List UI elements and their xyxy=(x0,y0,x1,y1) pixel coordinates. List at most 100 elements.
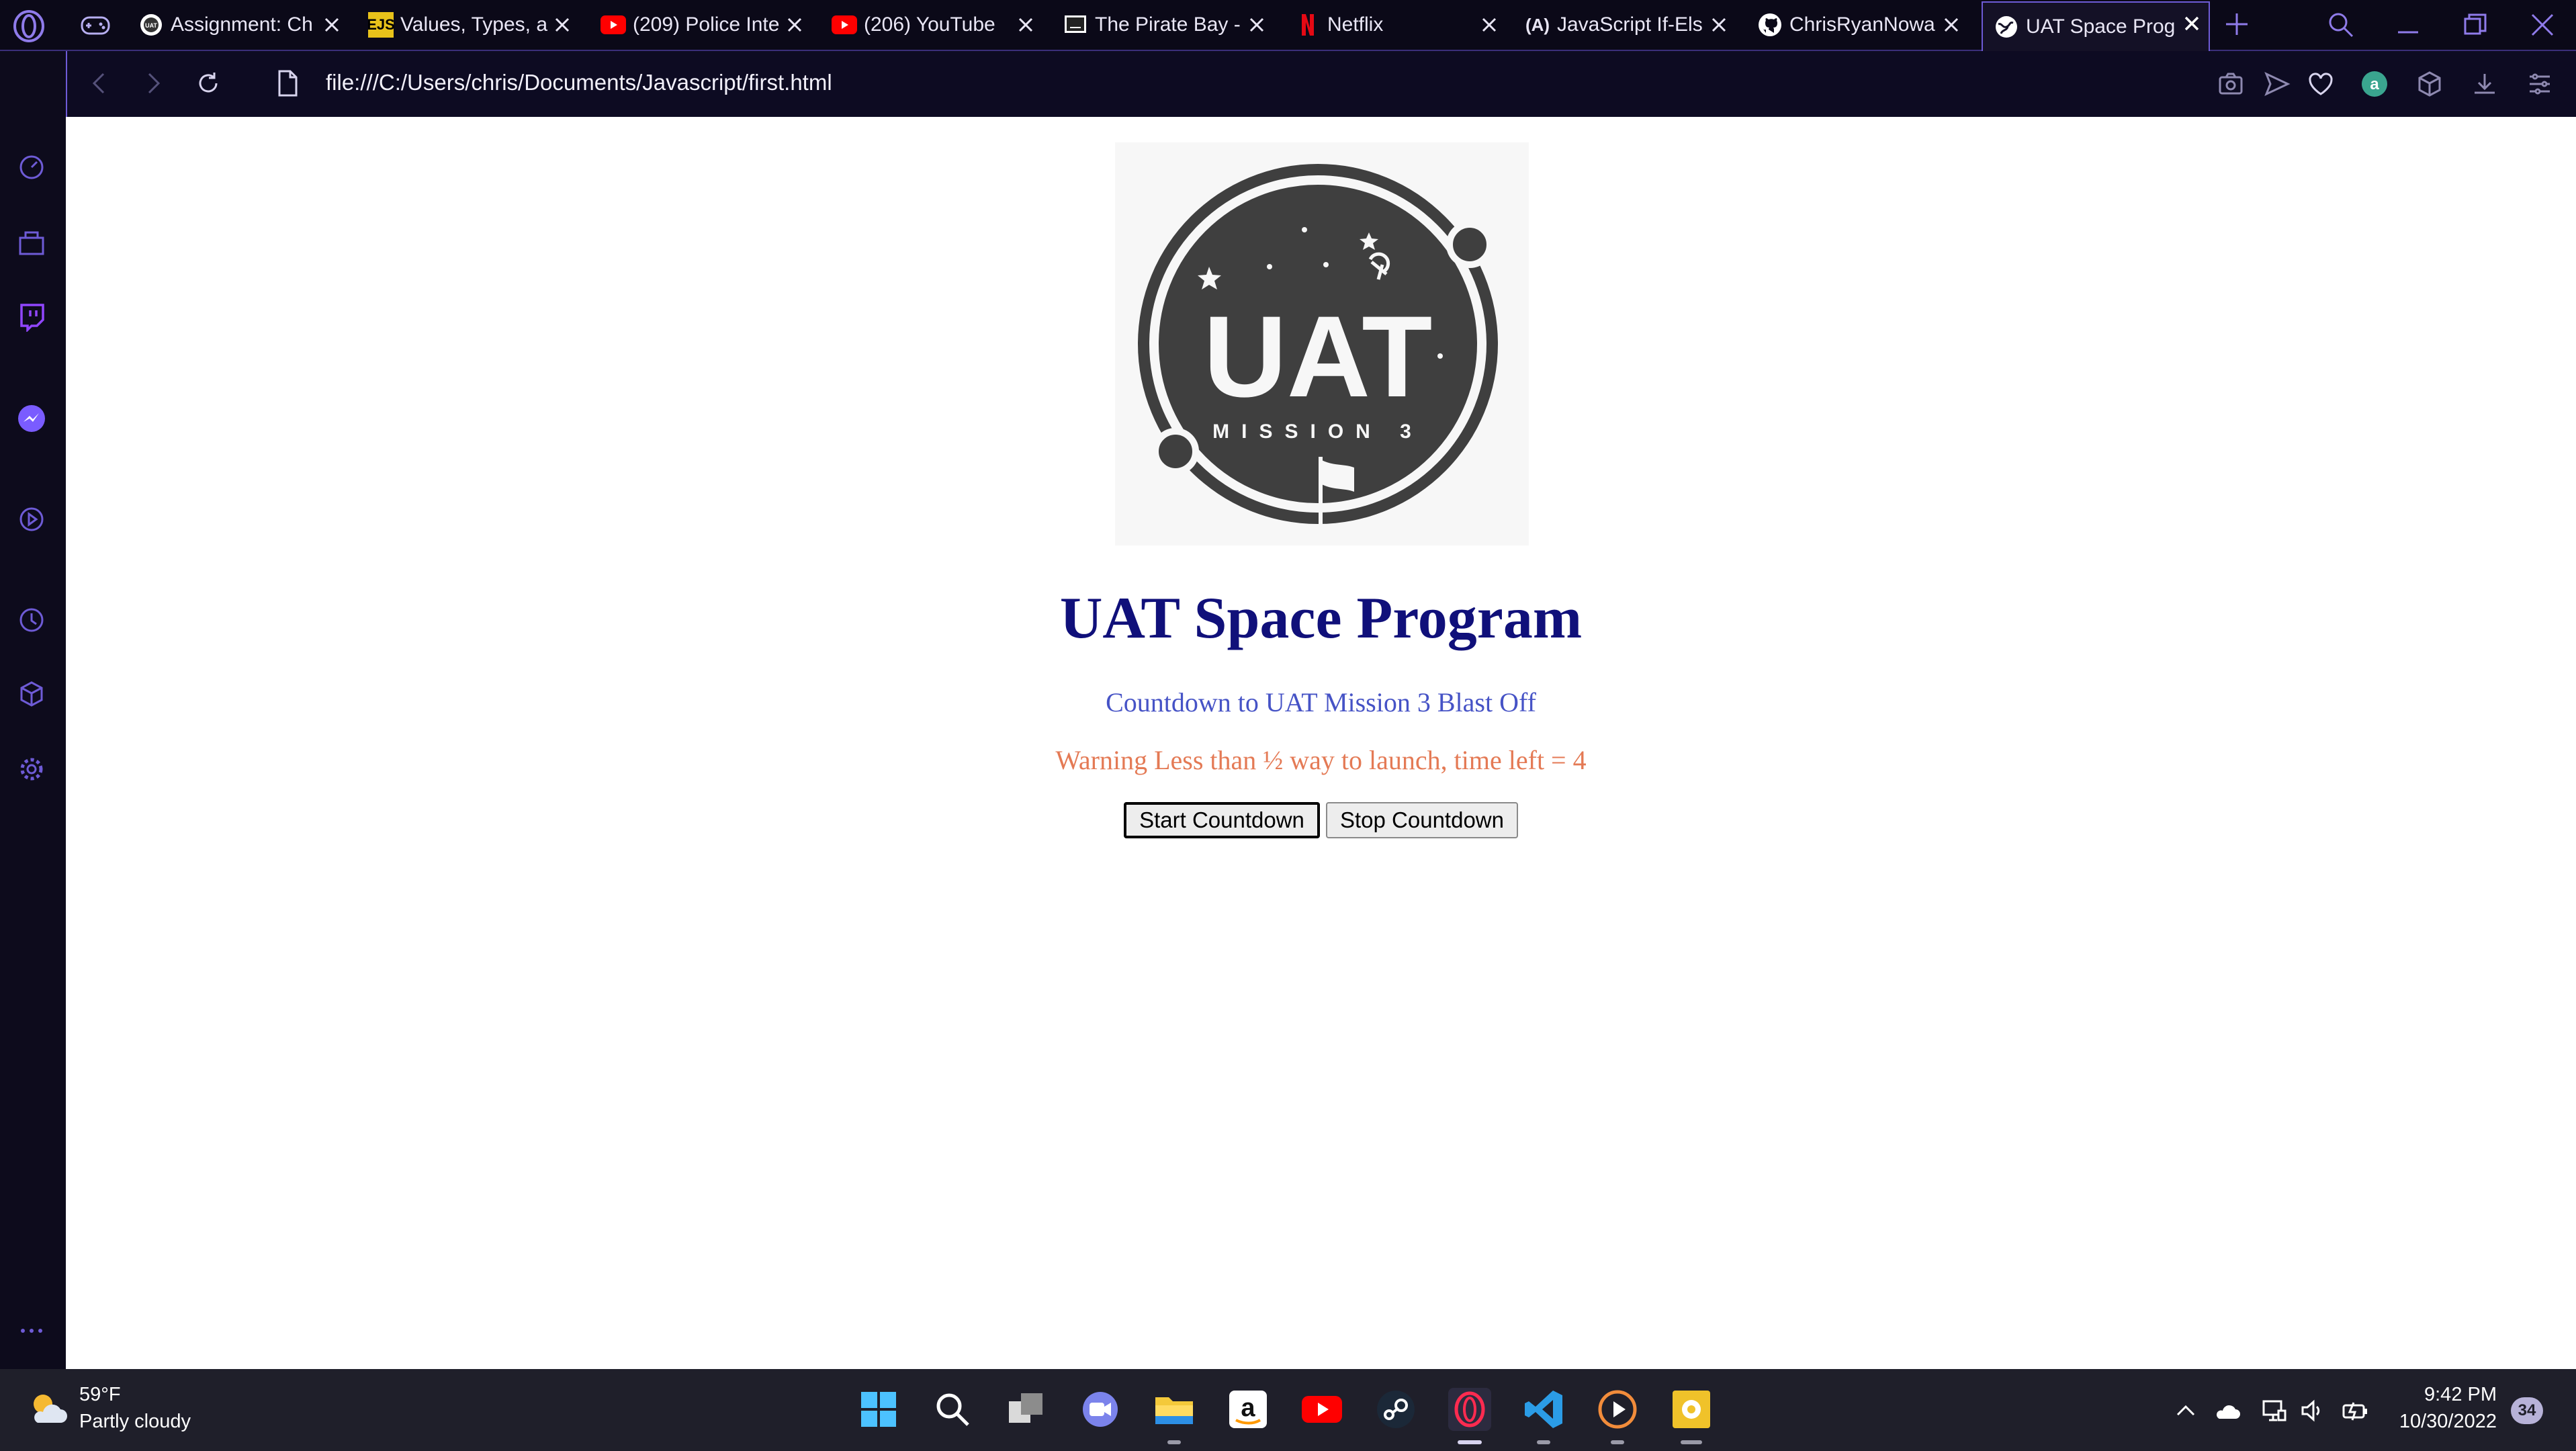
start-countdown-button[interactable]: Start Countdown xyxy=(1124,802,1320,838)
file-explorer-icon[interactable] xyxy=(1153,1388,1196,1431)
send-icon[interactable] xyxy=(2262,70,2291,98)
close-tab-icon[interactable] xyxy=(1478,13,1501,36)
tab-title: Values, Types, a xyxy=(400,13,548,36)
extensions-icon[interactable] xyxy=(16,678,47,709)
svg-text:UAT: UAT xyxy=(145,22,157,29)
tab-netflix[interactable]: Netflix xyxy=(1295,4,1501,46)
search-tabs-icon[interactable] xyxy=(2325,9,2356,40)
tab-assignment[interactable]: UAT Assignment: Ch xyxy=(138,4,343,46)
tab-values-types[interactable]: EJS Values, Types, a xyxy=(368,4,574,46)
close-tab-icon[interactable] xyxy=(320,13,343,36)
close-tab-icon[interactable] xyxy=(1245,13,1268,36)
close-window-icon[interactable] xyxy=(2527,9,2558,40)
youtube-icon[interactable] xyxy=(1300,1388,1343,1431)
tab-title: Assignment: Ch xyxy=(171,13,313,36)
tab-title: ChrisRyanNowa xyxy=(1789,13,1935,36)
sidebar xyxy=(0,51,66,1369)
countdown-subtitle: Countdown to UAT Mission 3 Blast Off xyxy=(1106,687,1536,717)
url-field[interactable]: file:///C:/Users/chris/Documents/Javascr… xyxy=(326,70,832,95)
countdown-warning: Warning Less than ½ way to launch, time … xyxy=(1055,745,1587,775)
more-options-icon[interactable] xyxy=(16,1315,47,1346)
chevron-up-icon[interactable] xyxy=(2172,1397,2199,1424)
minimize-icon[interactable] xyxy=(2393,9,2424,40)
workspaces-icon[interactable] xyxy=(16,227,47,258)
back-icon[interactable] xyxy=(85,69,114,98)
clock-time[interactable]: 9:42 PM xyxy=(2424,1384,2497,1406)
tab-uat-space-program[interactable]: UAT Space Prog xyxy=(1982,1,2210,51)
amazon-assistant-icon[interactable]: a xyxy=(2360,70,2389,98)
tab-title: (209) Police Inte xyxy=(633,13,780,36)
speed-dial-icon[interactable] xyxy=(16,152,47,183)
forward-icon[interactable] xyxy=(138,69,168,98)
tab-police-interview[interactable]: (209) Police Inte xyxy=(601,4,806,46)
svg-text:a: a xyxy=(2370,75,2379,93)
close-tab-icon[interactable] xyxy=(1707,13,1730,36)
vscode-icon[interactable] xyxy=(1522,1388,1565,1431)
heart-icon[interactable] xyxy=(2307,70,2335,98)
tab-github[interactable]: ChrisRyanNowa xyxy=(1757,4,1963,46)
running-indicator xyxy=(1537,1440,1550,1444)
onedrive-cloud-icon[interactable] xyxy=(2214,1397,2241,1424)
yellow-app-icon[interactable] xyxy=(1670,1388,1713,1431)
clock-date[interactable]: 10/30/2022 xyxy=(2399,1411,2497,1433)
reload-icon[interactable] xyxy=(193,69,223,98)
logo-sub-text: MISSION 3 xyxy=(1212,421,1423,443)
amazon-icon[interactable]: a xyxy=(1227,1388,1270,1431)
steam-icon[interactable] xyxy=(1374,1388,1417,1431)
github-favicon-icon xyxy=(1757,12,1783,38)
svg-text:a: a xyxy=(1241,1394,1255,1422)
tab-title: (206) YouTube xyxy=(864,13,995,36)
running-indicator xyxy=(1681,1440,1702,1444)
snapshot-icon[interactable] xyxy=(2217,70,2245,98)
tab-javascript-if-else[interactable]: (A) JavaScript If-Els xyxy=(1525,4,1730,46)
tab-strip: UAT Assignment: Ch EJS Values, Types, a … xyxy=(0,0,2576,51)
close-tab-icon[interactable] xyxy=(783,13,806,36)
task-view-icon[interactable] xyxy=(1005,1388,1048,1431)
player-icon[interactable] xyxy=(16,504,47,535)
active-indicator xyxy=(1458,1440,1482,1444)
tab-pirate-bay[interactable]: The Pirate Bay - xyxy=(1063,4,1268,46)
twitch-icon[interactable] xyxy=(16,301,47,332)
volume-icon[interactable] xyxy=(2299,1397,2325,1424)
search-icon[interactable] xyxy=(931,1388,974,1431)
weather-desc[interactable]: Partly cloudy xyxy=(79,1411,191,1433)
download-icon[interactable] xyxy=(2471,70,2499,98)
ejs-favicon-icon: EJS xyxy=(368,12,395,38)
tab-title: The Pirate Bay - xyxy=(1095,13,1241,36)
tab-title: Netflix xyxy=(1327,13,1384,36)
partly-cloudy-icon[interactable] xyxy=(26,1388,70,1431)
stop-countdown-button[interactable]: Stop Countdown xyxy=(1326,802,1518,838)
running-indicator xyxy=(1611,1440,1624,1444)
media-player-icon[interactable] xyxy=(1596,1388,1639,1431)
gamepad-icon[interactable] xyxy=(79,13,112,38)
close-tab-icon[interactable] xyxy=(1014,13,1037,36)
opera-menu-icon[interactable] xyxy=(12,9,46,43)
weather-temp[interactable]: 59°F xyxy=(79,1384,121,1406)
file-page-icon[interactable] xyxy=(274,69,301,98)
extensions-cube-icon[interactable] xyxy=(2415,70,2444,98)
messenger-icon[interactable] xyxy=(16,403,47,434)
netflix-favicon-icon xyxy=(1295,12,1321,38)
restore-icon[interactable] xyxy=(2460,9,2491,40)
network-icon[interactable] xyxy=(2261,1397,2288,1424)
easy-setup-icon[interactable] xyxy=(2526,70,2554,98)
notification-badge[interactable]: 34 xyxy=(2511,1397,2543,1424)
settings-gear-icon[interactable] xyxy=(16,754,47,785)
windows-start-icon[interactable] xyxy=(857,1388,900,1431)
uat-favicon-icon: UAT xyxy=(138,12,164,38)
close-tab-icon[interactable] xyxy=(551,13,574,36)
tab-title: JavaScript If-Els xyxy=(1557,13,1703,36)
windows-taskbar: 59°F Partly cloudy a 9:42 PM 10/30/2022 … xyxy=(0,1369,2576,1451)
battery-icon[interactable] xyxy=(2342,1397,2368,1424)
new-tab-icon[interactable] xyxy=(2223,9,2250,39)
globe-favicon-icon xyxy=(1994,14,2019,40)
a11y-favicon-icon: (A) xyxy=(1525,14,1550,35)
close-tab-icon[interactable] xyxy=(2180,12,2203,35)
opera-gx-icon[interactable] xyxy=(1448,1388,1491,1431)
history-clock-icon[interactable] xyxy=(16,605,47,635)
close-tab-icon[interactable] xyxy=(1940,13,1963,36)
tab-youtube[interactable]: (206) YouTube xyxy=(832,4,1037,46)
teams-chat-icon[interactable] xyxy=(1079,1388,1122,1431)
mission-logo: UAT MISSION 3 xyxy=(1115,142,1529,545)
page-title: UAT Space Program xyxy=(1059,586,1583,651)
